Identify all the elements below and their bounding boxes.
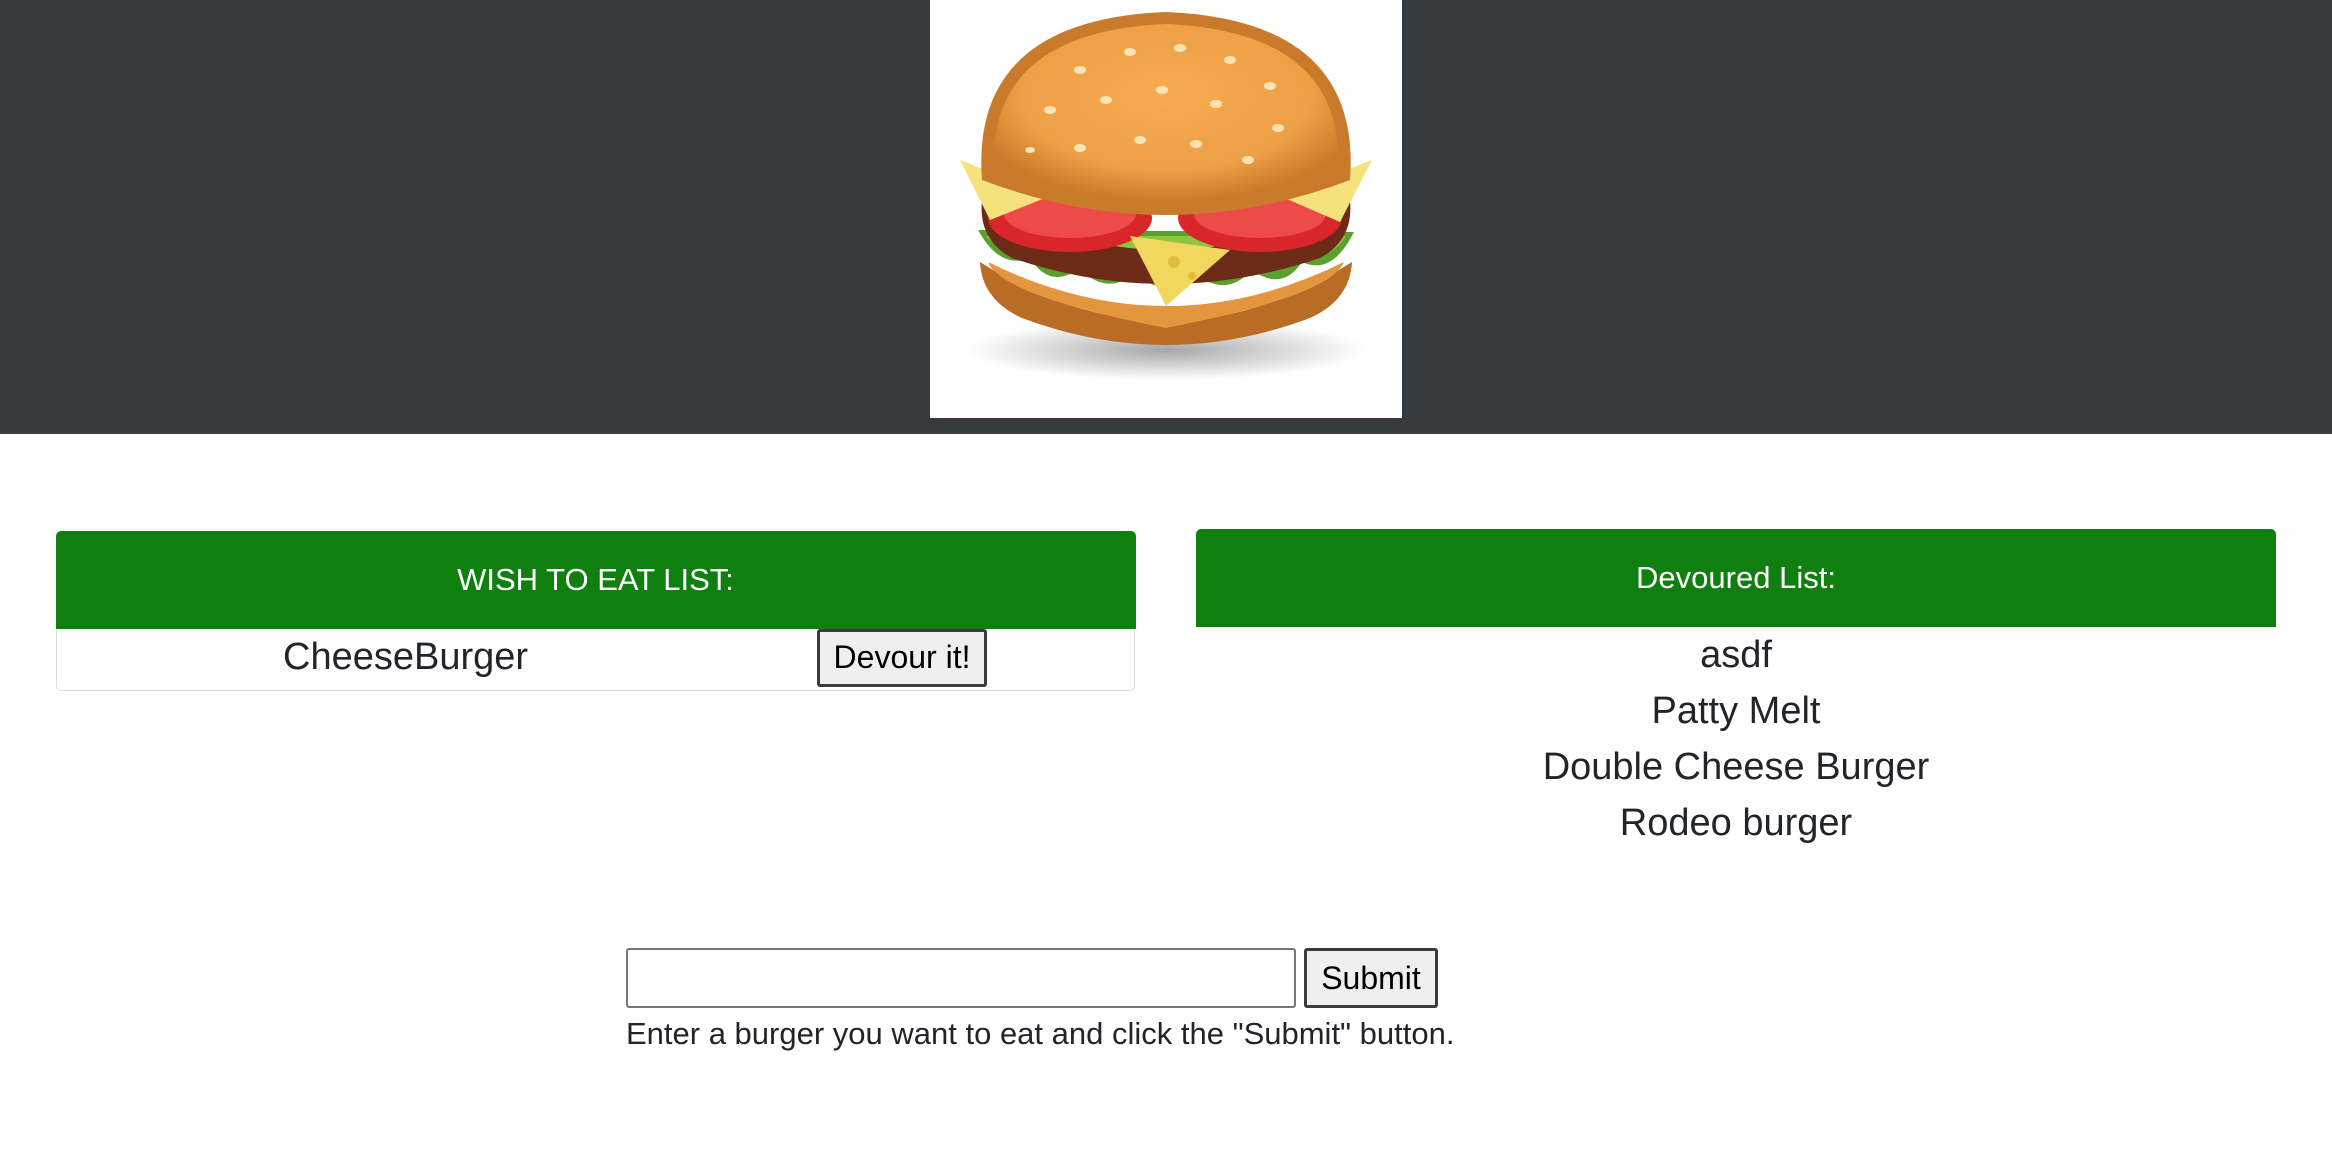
devoured-list: asdf Patty Melt Double Cheese Burger Rod… xyxy=(1196,627,2276,851)
devour-button[interactable]: Devour it! xyxy=(817,628,987,687)
list-item: Double Cheese Burger xyxy=(1542,746,1930,788)
wish-list-header: WISH TO EAT LIST: xyxy=(55,530,1136,629)
header-banner xyxy=(0,0,2332,434)
burger-name-input[interactable] xyxy=(626,948,1296,1008)
devoured-list-card: Devoured List: xyxy=(1196,529,2276,629)
hamburger-logo-icon xyxy=(960,12,1372,380)
wish-list-card: WISH TO EAT LIST: CheeseBurger Devour it… xyxy=(55,530,1136,691)
wish-item-name: CheeseBurger xyxy=(283,635,529,678)
list-item: CheeseBurger Devour it! xyxy=(57,628,1134,689)
submit-button[interactable]: Submit xyxy=(1304,948,1438,1008)
logo xyxy=(930,0,1402,418)
help-text: Enter a burger you want to eat and click… xyxy=(626,1016,1455,1051)
devoured-list-header: Devoured List: xyxy=(1196,529,2276,627)
list-item: Rodeo burger xyxy=(1619,802,1853,844)
list-item: asdf xyxy=(1700,634,1772,676)
list-item: Patty Melt xyxy=(1651,690,1821,732)
